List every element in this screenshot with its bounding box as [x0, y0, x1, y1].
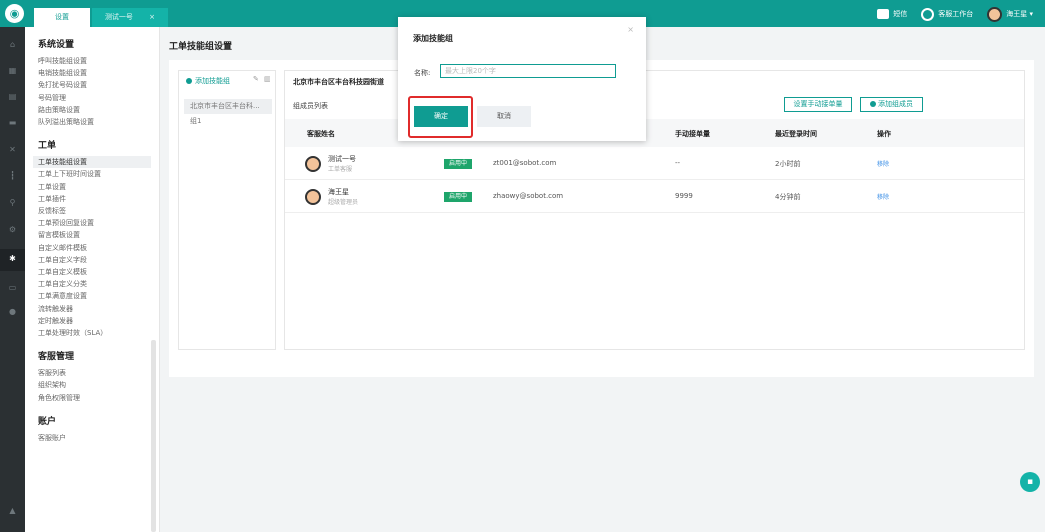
- dialog-title: 添加技能组: [413, 34, 453, 43]
- confirm-highlight-box: [408, 96, 473, 138]
- name-label: 名称:: [414, 69, 431, 77]
- group-name-input[interactable]: [440, 64, 616, 78]
- chat-icon[interactable]: ▪: [1020, 472, 1040, 492]
- cancel-button[interactable]: 取消: [477, 106, 531, 127]
- close-icon[interactable]: ×: [627, 25, 634, 34]
